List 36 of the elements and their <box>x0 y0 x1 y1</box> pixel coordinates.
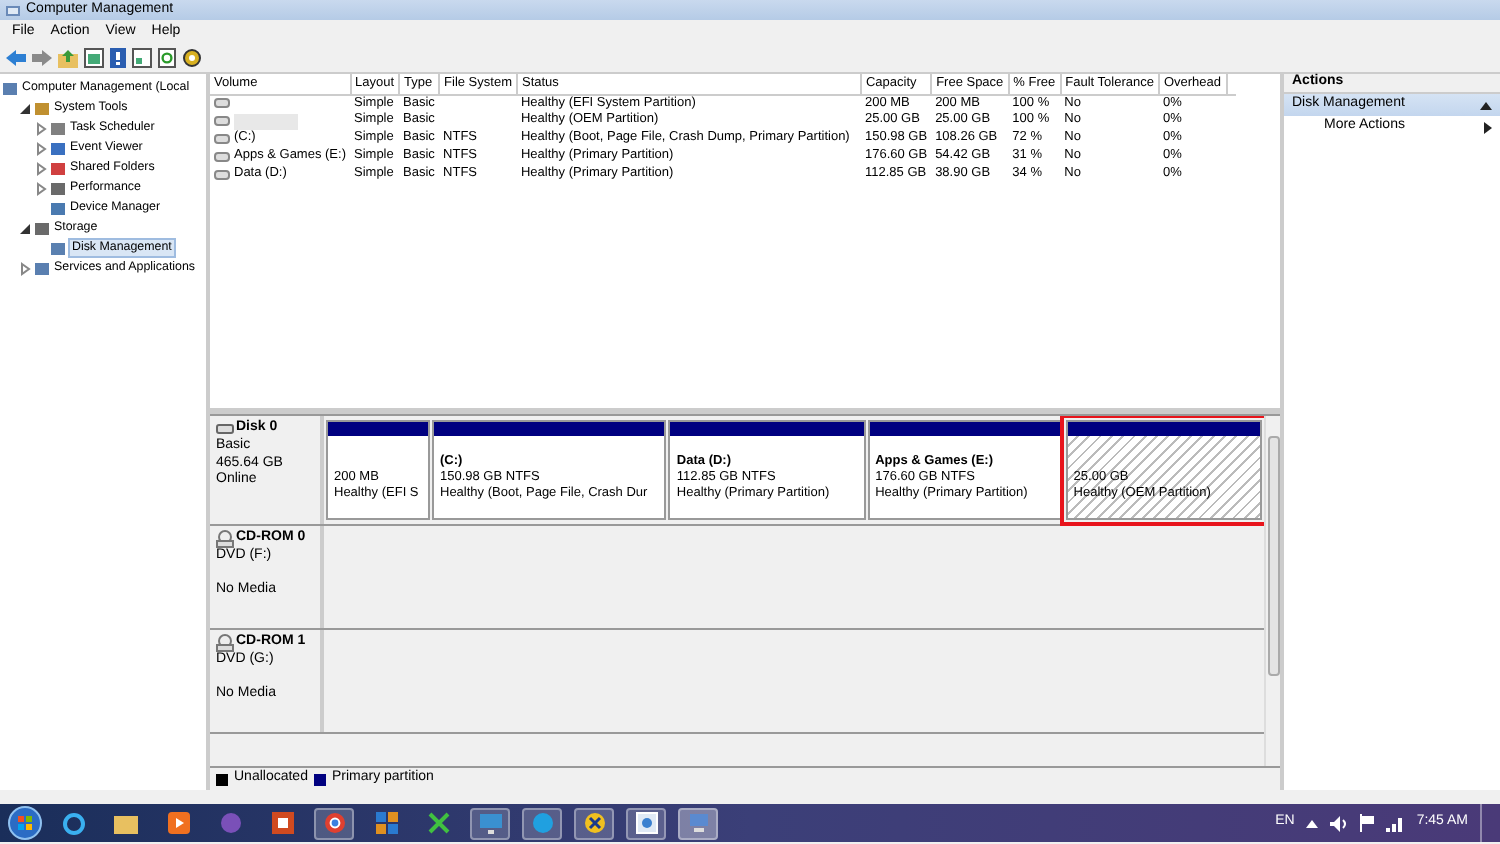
disk-drive-icon <box>216 423 234 434</box>
signal-bars-icon[interactable] <box>1386 815 1405 831</box>
flag-icon[interactable] <box>1360 814 1375 832</box>
computer-icon[interactable] <box>687 812 709 834</box>
collapsed-arrow-icon[interactable] <box>34 141 48 155</box>
slide-icon[interactable] <box>271 812 293 834</box>
help-icon[interactable] <box>110 48 126 68</box>
back-arrow-icon[interactable] <box>6 50 26 66</box>
folder-icon[interactable] <box>58 49 78 67</box>
gear-icon[interactable] <box>182 48 202 68</box>
forward-arrow-icon[interactable] <box>32 50 52 66</box>
scrollbar[interactable] <box>1264 416 1280 766</box>
cross-icon[interactable] <box>427 812 449 834</box>
collapsed-arrow-icon[interactable] <box>34 121 48 135</box>
browser-icon[interactable] <box>323 812 345 834</box>
start-orb-icon[interactable] <box>8 806 42 840</box>
window-icon[interactable] <box>635 812 657 834</box>
expanded-arrow-icon[interactable] <box>18 101 32 115</box>
caret-icon[interactable] <box>1306 819 1319 827</box>
speaker-icon[interactable] <box>1330 815 1349 831</box>
ring-icon[interactable] <box>62 811 86 835</box>
panel-icon[interactable] <box>84 48 104 68</box>
panel-icon[interactable] <box>132 48 152 68</box>
refresh-icon[interactable] <box>158 48 176 68</box>
submenu-arrow-icon[interactable] <box>1484 121 1492 133</box>
expanded-arrow-icon[interactable] <box>18 221 32 235</box>
folder-icon[interactable] <box>114 813 138 833</box>
x-circle-icon[interactable] <box>583 812 605 834</box>
color-grid-icon[interactable] <box>375 812 397 834</box>
collapsed-arrow-icon[interactable] <box>34 181 48 195</box>
monitor-icon[interactable] <box>479 813 501 833</box>
play-icon[interactable] <box>167 812 189 834</box>
collapsed-arrow-icon[interactable] <box>34 161 48 175</box>
collapsed-arrow-icon[interactable] <box>18 261 32 275</box>
collapse-caret-icon[interactable] <box>1480 101 1492 109</box>
app-icon <box>6 3 20 17</box>
